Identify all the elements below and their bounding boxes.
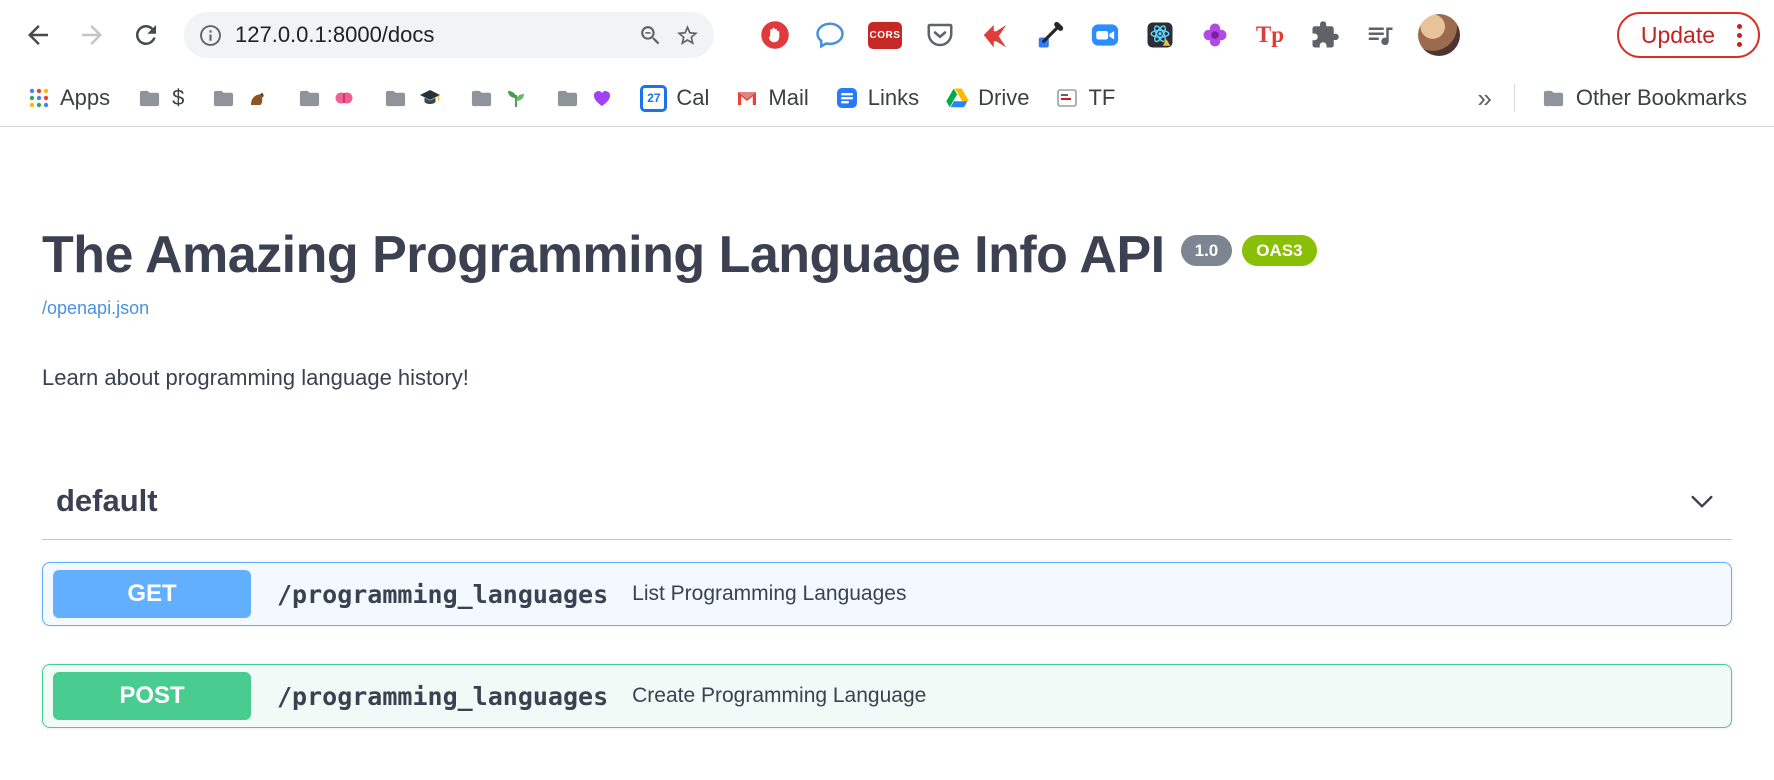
page-title: The Amazing Programming Language Info AP… xyxy=(42,227,1165,284)
links-icon xyxy=(835,86,859,110)
forward-button[interactable] xyxy=(68,11,116,59)
calendar-icon: 27 xyxy=(640,85,667,112)
bookmark-label: Links xyxy=(868,85,919,111)
bookmark-links[interactable]: Links xyxy=(824,80,930,116)
bookmark-folder-dollar[interactable]: $ xyxy=(125,80,195,116)
swagger-page: The Amazing Programming Language Info AP… xyxy=(0,227,1774,728)
address-bar[interactable]: 127.0.0.1:8000/docs xyxy=(184,12,714,58)
browser-menu-icon[interactable] xyxy=(1727,24,1752,47)
method-badge: GET xyxy=(53,570,251,618)
reload-icon xyxy=(131,20,161,50)
horse-emoji-icon xyxy=(246,86,270,110)
forward-arrow-icon xyxy=(77,20,107,50)
version-badge: 1.0 xyxy=(1181,235,1233,266)
red-arrows-extension-icon[interactable] xyxy=(978,18,1012,52)
bookmarks-divider xyxy=(1514,84,1515,112)
back-button[interactable] xyxy=(14,11,62,59)
media-playlist-icon[interactable] xyxy=(1363,18,1397,52)
bookmark-calendar[interactable]: 27 Cal xyxy=(629,80,720,117)
folder-icon xyxy=(210,87,237,110)
endpoint-path: /programming_languages xyxy=(277,580,608,609)
other-bookmarks-label: Other Bookmarks xyxy=(1576,85,1747,111)
endpoint-get-programming-languages[interactable]: GET /programming_languages List Programm… xyxy=(42,562,1732,626)
folder-icon xyxy=(382,87,409,110)
tag-header-default[interactable]: default xyxy=(42,483,1732,540)
bookmark-mail[interactable]: Mail xyxy=(724,80,819,116)
gmail-icon xyxy=(735,86,759,110)
tag-title: default xyxy=(56,483,158,519)
herb-emoji-icon xyxy=(504,86,528,110)
bookmark-folder-herb[interactable] xyxy=(457,81,539,115)
bookmark-folder-horse[interactable] xyxy=(199,81,281,115)
bookmark-label: TF xyxy=(1088,85,1115,111)
bookmarks-bar: Apps $ 27 Cal Mail Links Drive xyxy=(0,70,1774,127)
folder-icon xyxy=(1540,87,1567,110)
pocket-extension-icon[interactable] xyxy=(923,18,957,52)
puzzle-extensions-icon[interactable] xyxy=(1308,18,1342,52)
folder-icon xyxy=(296,87,323,110)
google-drive-icon xyxy=(945,86,969,110)
zoom-video-extension-icon[interactable] xyxy=(1088,18,1122,52)
folder-icon xyxy=(554,87,581,110)
zoom-out-icon[interactable] xyxy=(638,23,663,48)
chevron-down-icon[interactable] xyxy=(1686,485,1718,517)
bookmark-label: Mail xyxy=(768,85,808,111)
back-arrow-icon xyxy=(23,20,53,50)
api-info: The Amazing Programming Language Info AP… xyxy=(42,227,1732,391)
endpoint-post-programming-languages[interactable]: POST /programming_languages Create Progr… xyxy=(42,664,1732,728)
dollar-sign-label: $ xyxy=(172,85,184,111)
openapi-json-link[interactable]: /openapi.json xyxy=(42,298,149,319)
reload-button[interactable] xyxy=(122,11,170,59)
endpoint-path: /programming_languages xyxy=(277,682,608,711)
browser-toolbar: 127.0.0.1:8000/docs CORS Tp xyxy=(0,0,1774,70)
url-text[interactable]: 127.0.0.1:8000/docs xyxy=(235,22,626,48)
purple-flower-extension-icon[interactable] xyxy=(1198,18,1232,52)
bookmark-apps[interactable]: Apps xyxy=(16,80,121,116)
api-description: Learn about programming language history… xyxy=(42,365,1732,391)
chrome-update-button[interactable]: Update xyxy=(1617,12,1760,58)
bookmark-folder-purple-heart[interactable] xyxy=(543,81,625,115)
other-bookmarks[interactable]: Other Bookmarks xyxy=(1529,80,1758,116)
extensions-row: CORS Tp xyxy=(758,14,1460,56)
tf-doc-icon xyxy=(1055,86,1079,110)
bookmark-drive[interactable]: Drive xyxy=(934,80,1040,116)
bookmark-folder-graduation[interactable] xyxy=(371,81,453,115)
stop-hand-extension-icon[interactable] xyxy=(758,18,792,52)
cors-extension-icon[interactable]: CORS xyxy=(868,22,902,49)
brain-emoji-icon xyxy=(332,86,356,110)
bookmark-label: Drive xyxy=(978,85,1029,111)
color-picker-extension-icon[interactable] xyxy=(1033,18,1067,52)
tp-extension-icon[interactable]: Tp xyxy=(1253,18,1287,52)
react-devtools-extension-icon[interactable] xyxy=(1143,18,1177,52)
folder-icon xyxy=(136,87,163,110)
purple-heart-emoji-icon xyxy=(590,86,614,110)
graduation-cap-emoji-icon xyxy=(418,86,442,110)
update-label: Update xyxy=(1641,22,1715,49)
bookmark-label: Apps xyxy=(60,85,110,111)
chat-bubble-extension-icon[interactable] xyxy=(813,18,847,52)
oas3-badge: OAS3 xyxy=(1242,235,1316,266)
profile-avatar[interactable] xyxy=(1418,14,1460,56)
bookmarks-overflow-chevron[interactable]: » xyxy=(1469,83,1499,114)
bookmark-tf[interactable]: TF xyxy=(1044,80,1126,116)
page-info-icon[interactable] xyxy=(198,23,223,48)
bookmark-label: Cal xyxy=(676,85,709,111)
method-badge: POST xyxy=(53,672,251,720)
endpoint-summary: List Programming Languages xyxy=(632,582,906,606)
folder-icon xyxy=(468,87,495,110)
tag-section-default: default GET /programming_languages List … xyxy=(42,483,1732,728)
bookmark-folder-brain[interactable] xyxy=(285,81,367,115)
endpoint-summary: Create Programming Language xyxy=(632,684,926,708)
apps-grid-icon xyxy=(27,86,51,110)
bookmark-star-icon[interactable] xyxy=(675,23,700,48)
